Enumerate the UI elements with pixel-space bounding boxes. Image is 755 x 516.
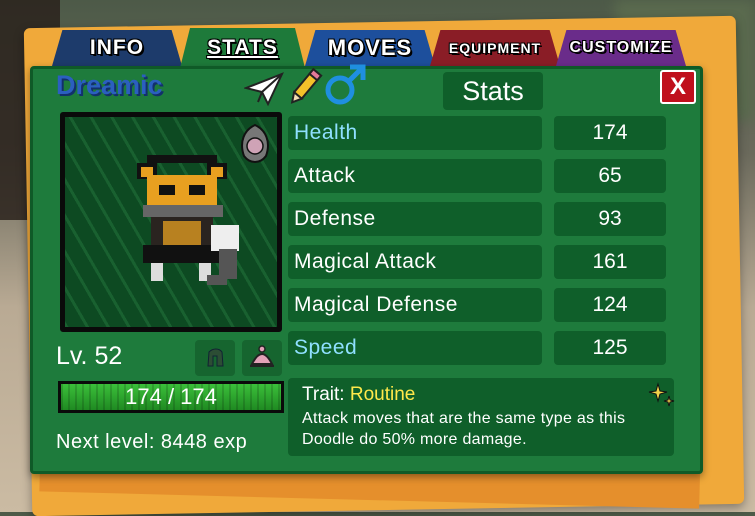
tab-stats[interactable]: STATS xyxy=(180,28,305,68)
stat-label: Attack xyxy=(288,159,542,193)
stat-row: Health 174 xyxy=(288,116,666,150)
stat-label: Magical Defense xyxy=(288,288,542,322)
tab-stats-label: STATS xyxy=(207,36,278,59)
held-item-button[interactable] xyxy=(195,340,235,376)
trait-description: Attack moves that are the same type as t… xyxy=(302,410,626,448)
bell-icon xyxy=(250,345,274,367)
stat-value: 124 xyxy=(554,288,666,322)
tab-info-label: INFO xyxy=(89,36,145,59)
tab-equipment-label: EQUIPMENT xyxy=(448,40,542,56)
sparkle-icon[interactable] xyxy=(648,382,676,410)
tab-customize[interactable]: CUSTOMIZE xyxy=(556,30,686,66)
ghost-type-icon xyxy=(241,123,269,163)
stat-label: Defense xyxy=(288,202,542,236)
trait-heading: Trait: Routine xyxy=(302,384,415,406)
close-button[interactable]: X xyxy=(660,70,696,104)
stat-row: Magical Attack 161 xyxy=(288,245,666,279)
accessory-button[interactable] xyxy=(242,340,282,376)
doodle-level: Lv. 52 xyxy=(56,342,123,370)
stat-label: Health xyxy=(288,116,542,150)
stat-value: 65 xyxy=(554,159,666,193)
male-icon xyxy=(325,64,366,105)
paper-plane-icon[interactable] xyxy=(244,68,284,108)
tab-moves-label: MOVES xyxy=(327,35,413,60)
stat-value: 93 xyxy=(554,202,666,236)
doodle-sprite xyxy=(137,155,239,285)
stat-label: Speed xyxy=(288,331,542,365)
stat-value: 161 xyxy=(554,245,666,279)
tab-moves[interactable]: MOVES xyxy=(305,30,435,66)
panel-title: Stats xyxy=(443,72,543,110)
tab-customize-label: CUSTOMIZE xyxy=(569,39,673,56)
stat-row: Magical Defense 124 xyxy=(288,288,666,322)
stat-value: 125 xyxy=(554,331,666,365)
stone-icon xyxy=(207,348,224,367)
trait-name: Routine xyxy=(349,384,416,405)
next-level-exp: Next level: 8448 exp xyxy=(56,431,248,453)
stat-row: Speed 125 xyxy=(288,331,666,365)
pencil-icon[interactable] xyxy=(286,66,324,108)
trait-prefix: Trait: xyxy=(302,384,345,405)
stat-label: Magical Attack xyxy=(288,245,542,279)
doodle-name: Dreamic xyxy=(56,70,163,100)
hp-bar: 174 / 174 xyxy=(58,381,284,413)
hp-text: 174 / 174 xyxy=(125,384,217,409)
trait-box: Trait: Routine Attack moves that are the… xyxy=(288,378,674,456)
stat-row: Defense 93 xyxy=(288,202,666,236)
tab-equipment[interactable]: EQUIPMENT xyxy=(430,30,560,66)
stat-row: Attack 65 xyxy=(288,159,666,193)
stat-value: 174 xyxy=(554,116,666,150)
tab-info[interactable]: INFO xyxy=(52,30,182,66)
